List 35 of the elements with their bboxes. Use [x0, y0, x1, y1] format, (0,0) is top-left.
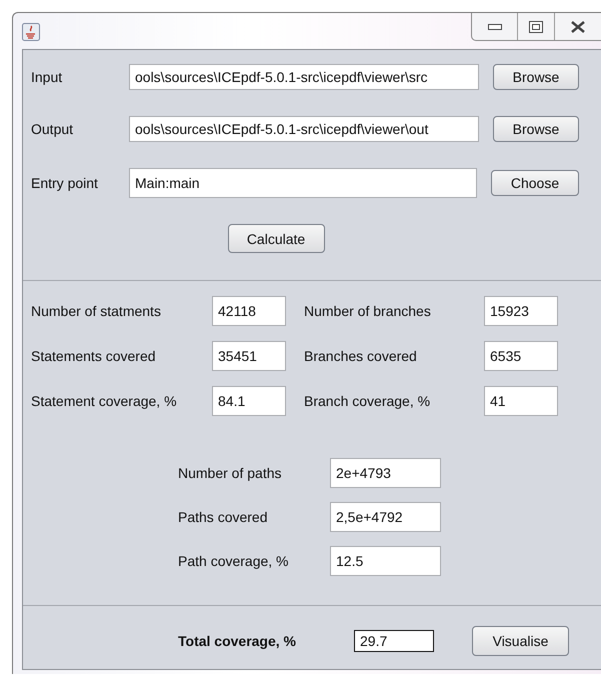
stat-label: Branch coverage, %: [304, 393, 432, 409]
field-label: Input: [31, 69, 64, 85]
stat-label: Number of paths: [178, 465, 282, 481]
stat-label: Statements covered: [31, 348, 157, 364]
stat-label: Statement coverage, %: [31, 393, 178, 409]
browse-button[interactable]: Browse: [493, 116, 579, 142]
path-field[interactable]: ools\sources\ICEpdf-5.0.1-src\icepdf\viewer\src: [129, 64, 479, 90]
stat-field[interactable]: 6535: [484, 341, 558, 371]
stat-field[interactable]: 35451: [212, 341, 286, 371]
stat-label: Path coverage, %: [178, 553, 290, 569]
field-label: Output: [31, 121, 74, 137]
total-label: Total coverage, %: [178, 633, 298, 649]
close-icon[interactable]: [570, 20, 586, 32]
stat-field[interactable]: 12.5: [330, 546, 441, 576]
java-cup-icon[interactable]: [22, 23, 40, 41]
stat-label: Paths covered: [178, 509, 268, 525]
minimize-icon[interactable]: [488, 24, 502, 30]
stat-field[interactable]: 2e+4793: [330, 458, 441, 488]
stat-label: Number of statments: [31, 303, 162, 319]
stat-label: Number of branches: [304, 303, 432, 319]
stat-field[interactable]: 41: [484, 386, 558, 416]
visualise-button[interactable]: Visualise: [472, 626, 569, 656]
maximize-icon[interactable]: [529, 20, 543, 32]
stat-field[interactable]: 84.1: [212, 386, 286, 416]
browse-button[interactable]: Browse: [493, 64, 579, 90]
stat-label: Branches covered: [304, 348, 418, 364]
field-label: Entry point: [31, 175, 99, 191]
choose-button[interactable]: Choose: [491, 170, 579, 196]
stat-field[interactable]: 15923: [484, 296, 558, 326]
calculate-button[interactable]: Calculate: [228, 224, 324, 253]
total-field[interactable]: 29.7: [354, 630, 434, 652]
stat-field[interactable]: 42118: [212, 296, 286, 326]
stat-field[interactable]: 2,5e+4792: [330, 502, 441, 532]
path-field[interactable]: Main:main: [129, 168, 477, 198]
path-field[interactable]: ools\sources\ICEpdf-5.0.1-src\icepdf\viewer\out: [129, 116, 479, 142]
